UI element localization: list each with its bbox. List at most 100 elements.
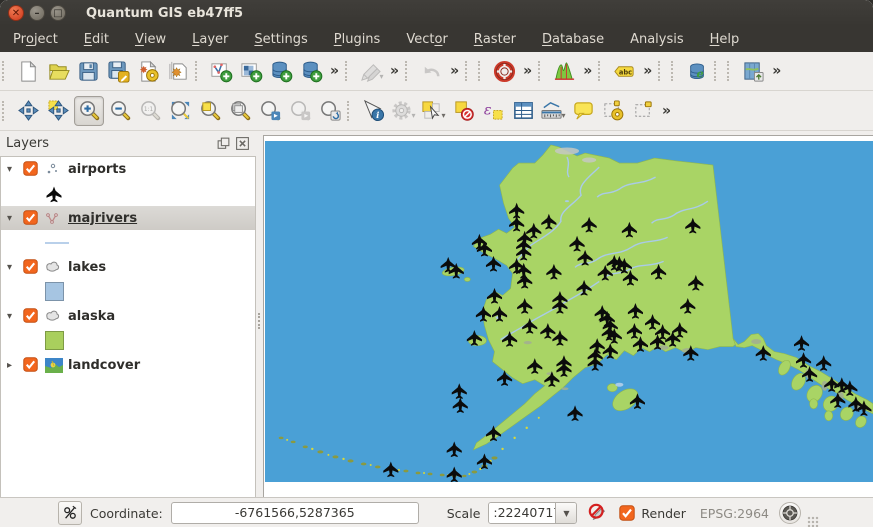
float-panel-icon[interactable] <box>216 136 231 151</box>
toolbar-grip[interactable] <box>2 101 11 121</box>
toolbar-overflow-chevron-icon[interactable]: » <box>386 63 403 79</box>
maximize-window-button[interactable]: □ <box>50 5 66 21</box>
menu-database[interactable]: Database <box>529 26 617 52</box>
layer-item-majrivers[interactable]: ▾majrivers <box>1 206 255 230</box>
toolbar-overflow-chevron-icon[interactable]: » <box>639 63 656 79</box>
close-panel-icon[interactable] <box>235 136 250 151</box>
add-spatialite-layer-icon[interactable] <box>297 57 325 85</box>
toolbar-grip[interactable] <box>405 61 414 81</box>
zoom-last-icon[interactable] <box>256 97 284 125</box>
labeling-icon[interactable]: abc <box>610 57 638 85</box>
measure-icon[interactable]: ▾ <box>539 97 567 125</box>
pan-to-selection-icon[interactable] <box>44 97 72 125</box>
chevron-down-icon[interactable]: ▼ <box>555 503 576 523</box>
new-bookmark-icon[interactable] <box>599 97 627 125</box>
menu-plugins[interactable]: Plugins <box>321 26 394 52</box>
composer-manager-icon[interactable] <box>164 57 192 85</box>
toolbar-grip[interactable] <box>478 61 487 81</box>
panel-splitter[interactable] <box>256 131 263 497</box>
toolbar-grip[interactable] <box>538 61 547 81</box>
close-window-button[interactable]: ✕ <box>8 5 24 21</box>
expand-arrow-icon[interactable]: ▾ <box>7 164 23 175</box>
toolbar-overflow-chevron-icon[interactable]: » <box>326 63 343 79</box>
chevron-down-icon[interactable]: ▾ <box>561 111 565 120</box>
crs-status-icon[interactable] <box>779 502 801 524</box>
save-project-as-icon[interactable] <box>104 57 132 85</box>
layer-visibility-checkbox[interactable] <box>23 357 39 373</box>
toolbar-grip[interactable] <box>345 61 354 81</box>
minimize-window-button[interactable]: – <box>29 5 45 21</box>
new-print-composer-icon[interactable] <box>134 57 162 85</box>
menu-raster[interactable]: Raster <box>461 26 529 52</box>
zoom-to-selection-icon[interactable] <box>196 97 224 125</box>
toolbar-overflow-chevron-icon[interactable]: » <box>519 63 536 79</box>
evis-database-icon[interactable]: e <box>683 57 711 85</box>
zoom-full-icon[interactable]: line x1="14" y1="14" x2="20" y2="20" str… <box>166 97 194 125</box>
add-raster-layer-icon[interactable] <box>237 57 265 85</box>
layer-visibility-checkbox[interactable] <box>23 210 39 226</box>
chevron-down-icon[interactable]: ▾ <box>441 111 445 120</box>
pan-map-icon[interactable] <box>14 97 42 125</box>
expand-arrow-icon[interactable]: ▸ <box>7 360 23 371</box>
expand-arrow-icon[interactable]: ▾ <box>7 311 23 322</box>
toolbar-grip[interactable] <box>714 61 723 81</box>
zoom-in-icon[interactable] <box>74 96 104 126</box>
scale-combobox[interactable]: :22240717 ▼ <box>488 502 577 524</box>
add-postgis-layer-icon[interactable] <box>267 57 295 85</box>
open-project-icon[interactable] <box>44 57 72 85</box>
menu-project[interactable]: Project <box>0 26 71 52</box>
chevron-down-icon[interactable]: ▾ <box>411 111 415 120</box>
expand-arrow-icon[interactable]: ▾ <box>7 213 23 224</box>
toolbar-grip[interactable] <box>347 101 356 121</box>
attribute-table-icon[interactable] <box>509 97 537 125</box>
coordinate-toggle-icon[interactable] <box>58 501 82 525</box>
stop-render-icon[interactable] <box>587 502 609 524</box>
menu-help[interactable]: Help <box>697 26 753 52</box>
toolbar-grip[interactable] <box>658 61 667 81</box>
show-bookmarks-icon[interactable] <box>629 97 657 125</box>
menu-layer[interactable]: Layer <box>179 26 241 52</box>
render-checkbox[interactable] <box>619 505 635 521</box>
layer-visibility-checkbox[interactable] <box>23 161 39 177</box>
scale-value[interactable]: :22240717 <box>489 503 555 523</box>
layer-item-alaska[interactable]: ▾alaska <box>1 304 255 328</box>
layer-item-lakes[interactable]: ▾lakes <box>1 255 255 279</box>
layer-visibility-checkbox[interactable] <box>23 308 39 324</box>
refresh-map-icon[interactable] <box>316 97 344 125</box>
zoom-to-layer-icon[interactable] <box>226 97 254 125</box>
toolbar-grip[interactable] <box>2 61 11 81</box>
layer-item-landcover[interactable]: ▸landcover <box>1 353 255 377</box>
layer-visibility-checkbox[interactable] <box>23 259 39 275</box>
toolbar-grip[interactable] <box>598 61 607 81</box>
histogram-icon[interactable] <box>550 57 578 85</box>
toolbar-overflow-chevron-icon[interactable]: » <box>658 103 675 119</box>
menu-vector[interactable]: Vector <box>393 26 460 52</box>
menu-view[interactable]: View <box>122 26 179 52</box>
toolbar-overflow-chevron-icon[interactable]: » <box>446 63 463 79</box>
toolbar-overflow-chevron-icon[interactable]: » <box>768 63 785 79</box>
menu-settings[interactable]: Settings <box>241 26 320 52</box>
toolbar-grip[interactable] <box>195 61 204 81</box>
menu-analysis[interactable]: Analysis <box>617 26 697 52</box>
new-project-icon[interactable] <box>14 57 42 85</box>
save-project-icon[interactable] <box>74 57 102 85</box>
toolbar-grip[interactable] <box>465 61 474 81</box>
toolbar-grip[interactable] <box>727 61 736 81</box>
add-vector-layer-icon[interactable] <box>207 57 235 85</box>
select-features-icon[interactable]: ▾ <box>419 97 447 125</box>
expand-arrow-icon[interactable]: ▾ <box>7 262 23 273</box>
coordinate-input[interactable]: -6761566,5287365 <box>171 502 419 524</box>
export-map-icon[interactable] <box>739 57 767 85</box>
select-by-expression-icon[interactable]: ε <box>479 97 507 125</box>
map-tips-icon[interactable] <box>569 97 597 125</box>
toolbar-overflow-chevron-icon[interactable]: » <box>579 63 596 79</box>
layer-item-airports[interactable]: ▾airports <box>1 157 255 181</box>
map-canvas[interactable] <box>263 135 873 497</box>
resize-grip[interactable] <box>807 516 819 527</box>
identify-features-icon[interactable]: i <box>359 97 387 125</box>
deselect-features-icon[interactable] <box>449 97 477 125</box>
menu-edit[interactable]: Edit <box>71 26 122 52</box>
toolbar-grip[interactable] <box>671 61 680 81</box>
chevron-down-icon[interactable]: ▾ <box>380 72 384 81</box>
help-contents-icon[interactable] <box>490 57 518 85</box>
